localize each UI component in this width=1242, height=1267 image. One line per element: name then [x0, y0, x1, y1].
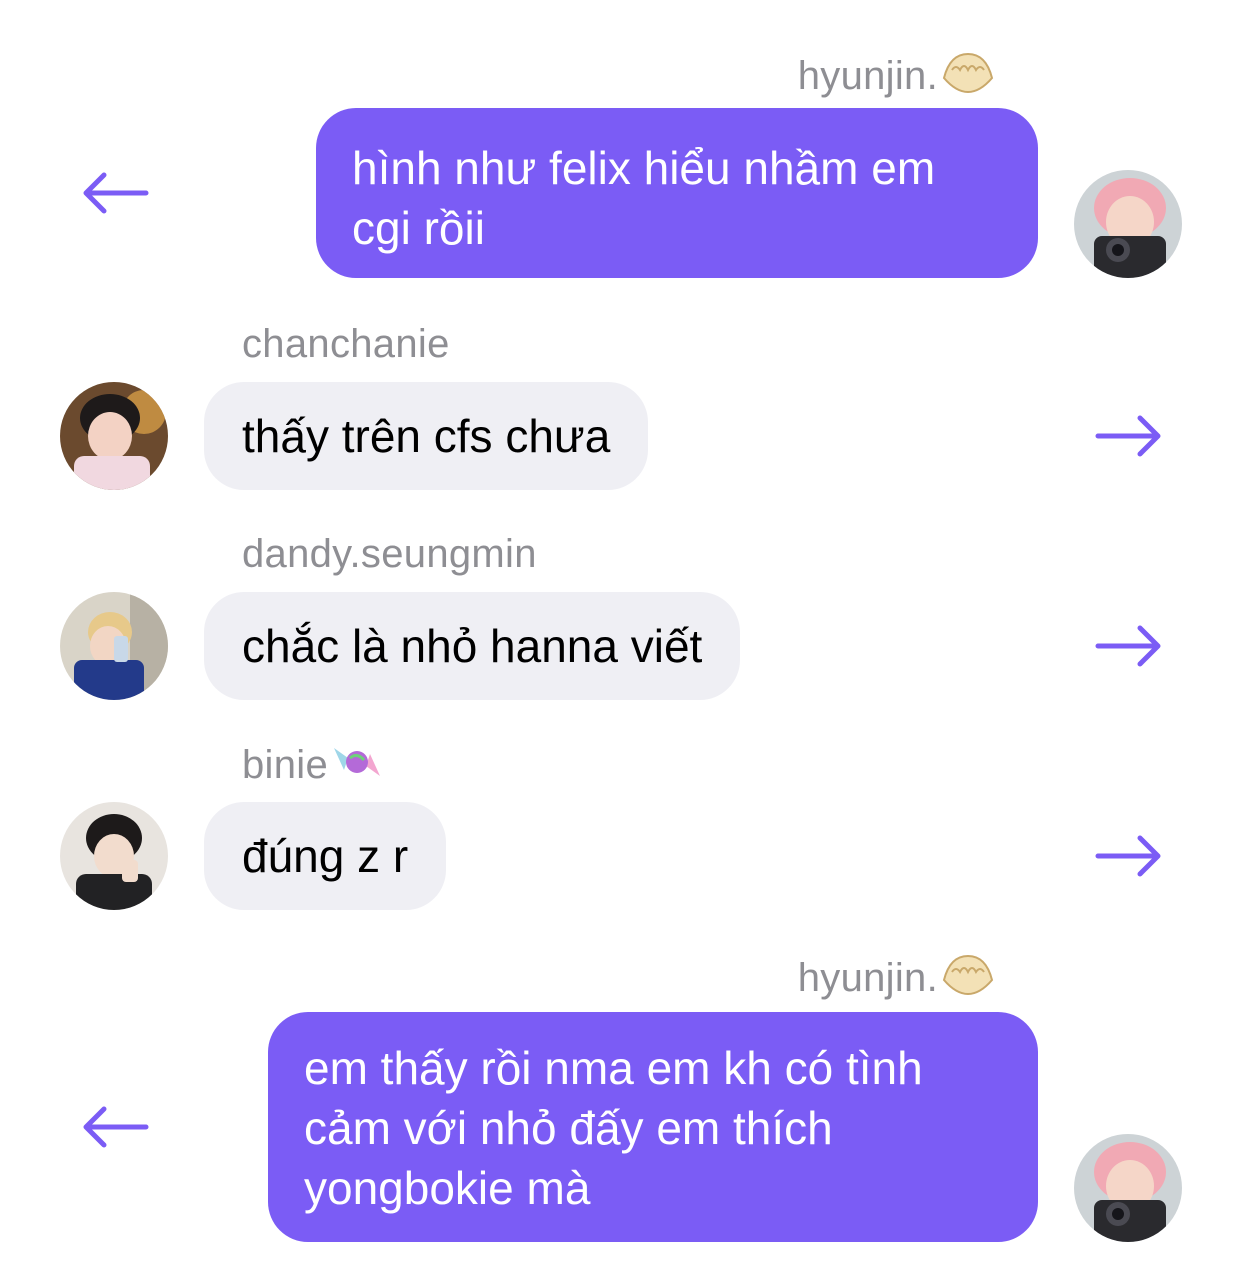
- forward-right-arrow-icon[interactable]: [1094, 411, 1164, 461]
- message-text-line: yongbokie mà: [304, 1162, 591, 1214]
- outgoing-message-bubble[interactable]: em thấy rồi nma em kh có tình cảm với nh…: [268, 1012, 1038, 1242]
- avatar[interactable]: [60, 382, 168, 490]
- avatar[interactable]: [1074, 170, 1182, 278]
- message-text-line: chắc là nhỏ hanna viết: [242, 620, 703, 672]
- message-text-line: em thấy rồi nma em kh có tình: [304, 1042, 923, 1094]
- dumpling-icon: [940, 48, 996, 109]
- avatar[interactable]: [60, 592, 168, 700]
- message-text-line: đúng z r: [242, 830, 409, 882]
- reply-left-arrow-icon[interactable]: [80, 168, 150, 218]
- sender-name: binie: [242, 740, 384, 795]
- reply-left-arrow-icon[interactable]: [80, 1102, 150, 1152]
- avatar[interactable]: [60, 802, 168, 910]
- incoming-message-bubble[interactable]: chắc là nhỏ hanna viết: [204, 592, 741, 700]
- avatar[interactable]: [1074, 1134, 1182, 1242]
- sender-name: hyunjin.: [798, 950, 996, 1011]
- sender-name: chanchanie: [242, 322, 450, 366]
- message-text-line: thấy trên cfs chưa: [242, 410, 611, 462]
- message-text-line: cảm với nhỏ đấy em thích: [304, 1102, 833, 1154]
- outgoing-message-bubble[interactable]: hình như felix hiểu nhầm em cgi rồii: [316, 108, 1038, 278]
- sender-name: hyunjin.: [798, 48, 996, 109]
- candy-icon: [330, 740, 384, 795]
- sender-name-text: hyunjin.: [797, 956, 938, 1001]
- forward-right-arrow-icon[interactable]: [1094, 831, 1164, 881]
- sender-name: dandy.seungmin: [242, 532, 537, 576]
- sender-name-text: binie: [242, 743, 329, 788]
- forward-right-arrow-icon[interactable]: [1094, 621, 1164, 671]
- message-text-line: hình như felix hiểu nhầm em: [352, 142, 936, 194]
- incoming-message-bubble[interactable]: thấy trên cfs chưa: [204, 382, 649, 490]
- sender-name-text: hyunjin.: [797, 54, 938, 99]
- dumpling-icon: [940, 950, 996, 1011]
- incoming-message-bubble[interactable]: đúng z r: [204, 802, 447, 910]
- message-text-line: cgi rồii: [352, 202, 485, 254]
